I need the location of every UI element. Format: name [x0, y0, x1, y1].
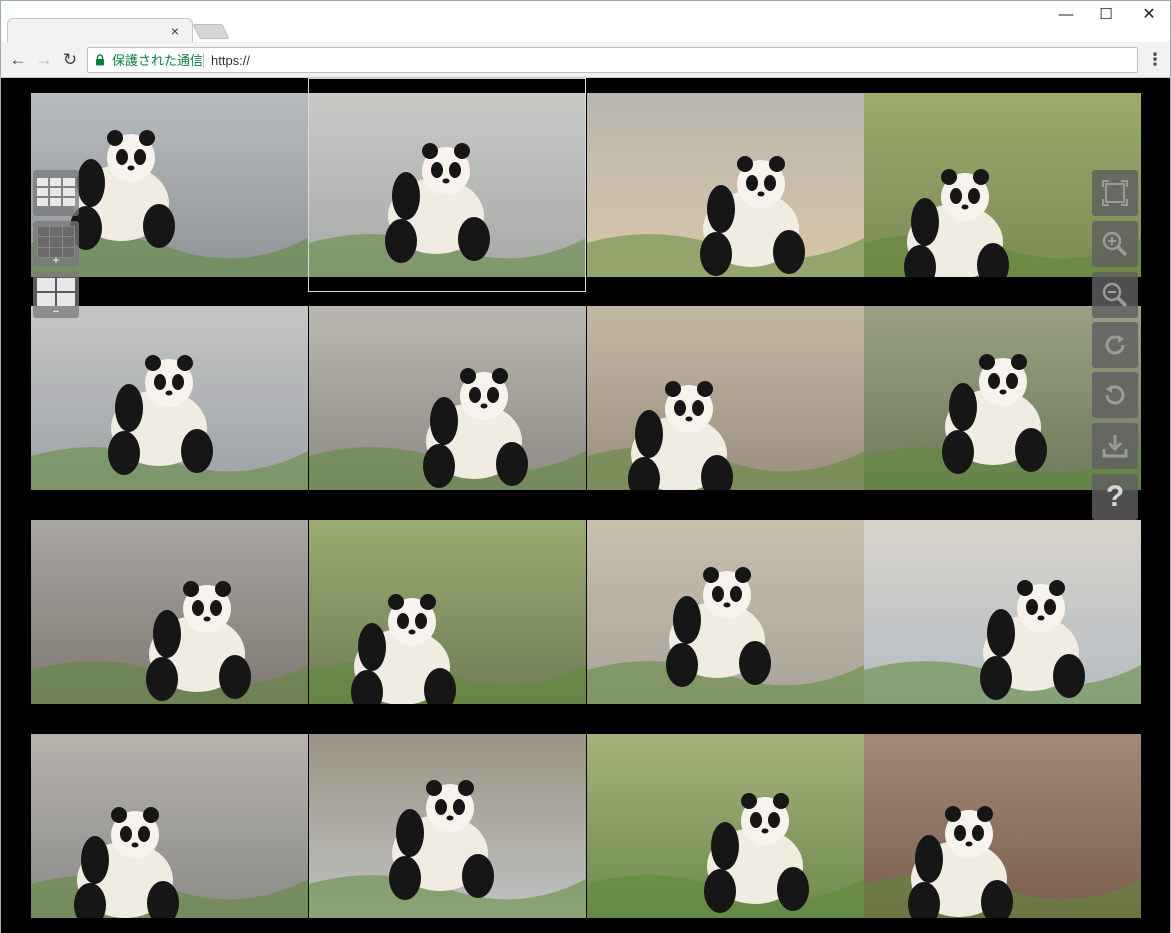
- grid-decrease-button[interactable]: −: [33, 272, 79, 318]
- grid-4x4-button[interactable]: [33, 170, 79, 216]
- grid-increase-sign: +: [52, 255, 60, 267]
- rotate-right-button[interactable]: [1092, 322, 1138, 368]
- panda-photo: [587, 93, 864, 277]
- panda-photo: [31, 734, 308, 918]
- photo-tile[interactable]: [587, 306, 864, 490]
- help-button[interactable]: ?: [1092, 474, 1138, 520]
- photo-tile[interactable]: [309, 520, 586, 704]
- grid-increase-button[interactable]: +: [33, 221, 79, 267]
- zoom-out-button[interactable]: [1092, 272, 1138, 318]
- panda-photo: [864, 520, 1141, 704]
- fit-screen-button[interactable]: [1092, 170, 1138, 216]
- panda-photo: [309, 93, 586, 277]
- browser-toolbar: ← → ↻ 保護された通信 https:// ⋮: [0, 42, 1171, 78]
- panda-photo: [587, 734, 864, 918]
- panda-photo: [587, 306, 864, 490]
- panda-photo: [309, 734, 586, 918]
- tab-close-icon[interactable]: ×: [168, 23, 182, 39]
- fit-screen-icon: [1102, 180, 1128, 206]
- photo-tile[interactable]: [587, 93, 864, 277]
- address-separator: [203, 53, 204, 68]
- secure-connection-label: 保護された通信: [112, 53, 204, 68]
- photo-tile[interactable]: [587, 520, 864, 704]
- panda-photo: [864, 734, 1141, 918]
- reload-button[interactable]: ↻: [59, 49, 81, 71]
- download-button[interactable]: [1092, 423, 1138, 469]
- window-minimize-button[interactable]: —: [1044, 3, 1088, 27]
- new-tab-button[interactable]: [192, 24, 230, 39]
- photo-tile[interactable]: [587, 734, 864, 918]
- back-button[interactable]: ←: [7, 49, 29, 71]
- grid-decrease-sign: −: [52, 306, 60, 318]
- window-maximize-button[interactable]: ☐: [1084, 3, 1128, 27]
- photo-tile[interactable]: [309, 93, 586, 277]
- address-bar[interactable]: 保護された通信 https://: [87, 47, 1138, 73]
- window-close-button[interactable]: ✕: [1127, 3, 1171, 27]
- browser-tab[interactable]: ×: [7, 18, 193, 44]
- panda-photo: [31, 306, 308, 490]
- panda-photo: [309, 520, 586, 704]
- rotate-left-button[interactable]: [1092, 372, 1138, 418]
- panda-photo: [309, 306, 586, 490]
- download-icon: [1102, 435, 1128, 458]
- browser-menu-button[interactable]: ⋮: [1145, 49, 1165, 71]
- help-icon: ?: [1105, 480, 1125, 513]
- lock-icon: [96, 54, 104, 66]
- photo-tile[interactable]: [309, 306, 586, 490]
- browser-titlebar: × — ☐ ✕: [0, 0, 1171, 44]
- forward-button[interactable]: →: [33, 49, 55, 71]
- panda-photo: [31, 520, 308, 704]
- rotate-right-icon: [1105, 335, 1125, 355]
- photo-tile[interactable]: [864, 734, 1141, 918]
- photo-tile[interactable]: [31, 306, 308, 490]
- photo-tile[interactable]: [309, 734, 586, 918]
- panda-photo: [587, 520, 864, 704]
- zoom-out-icon: [1102, 282, 1128, 308]
- zoom-in-button[interactable]: [1092, 221, 1138, 267]
- photo-tile[interactable]: [31, 734, 308, 918]
- url-text[interactable]: https://: [211, 53, 250, 69]
- rotate-left-icon: [1105, 385, 1125, 405]
- photo-tile[interactable]: [864, 520, 1141, 704]
- zoom-in-icon: [1102, 231, 1128, 257]
- photo-tile[interactable]: [31, 520, 308, 704]
